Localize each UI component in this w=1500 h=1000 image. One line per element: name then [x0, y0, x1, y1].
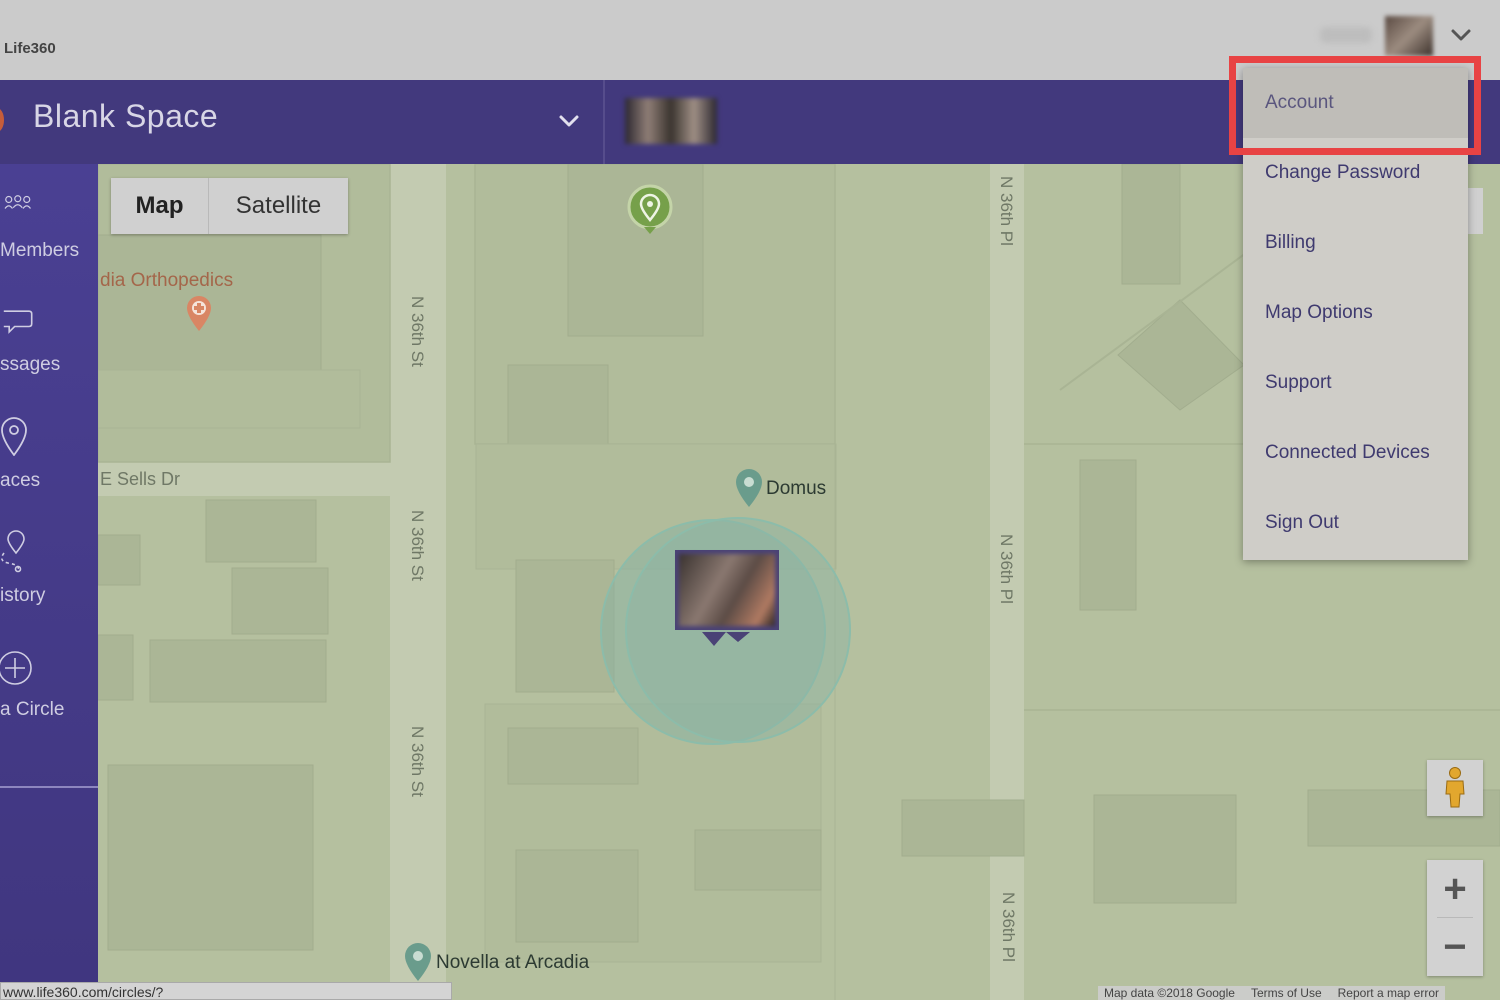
marker-pointer-icon — [702, 632, 750, 646]
street-label: E Sells Dr — [100, 469, 181, 489]
sidebar-item-label: Members — [0, 240, 80, 261]
sidebar-item-label: istory — [0, 585, 46, 606]
menu-item-sign-out[interactable]: Sign Out — [1243, 488, 1468, 558]
sidebar-item-history[interactable]: istory — [0, 529, 98, 609]
terms-of-use-link[interactable]: Terms of Use — [1251, 986, 1322, 1000]
app-logo: Life360 — [4, 40, 56, 57]
map-type-toggle: Map Satellite — [111, 178, 348, 234]
sidebar-item-label: a Circle — [0, 699, 65, 720]
zoom-out-button[interactable]: − — [1427, 918, 1483, 976]
highlight-box — [1229, 56, 1481, 155]
report-map-error-link[interactable]: Report a map error — [1338, 986, 1439, 1000]
sidebar-item-label: aces — [0, 470, 41, 491]
zoom-in-button[interactable]: + — [1427, 860, 1483, 918]
sidebar-divider — [0, 786, 98, 788]
map-attribution: Map data ©2018 Google Terms of Use Repor… — [1098, 986, 1445, 1000]
user-name[interactable] — [1320, 27, 1372, 43]
status-bar-url: www.life360.com/circles/? — [0, 982, 452, 1000]
saved-place-marker-icon[interactable] — [627, 184, 673, 236]
chevron-down-icon[interactable] — [1448, 22, 1474, 48]
member-avatars[interactable] — [625, 98, 717, 144]
menu-item-connected-devices[interactable]: Connected Devices — [1243, 418, 1468, 488]
street-label: N 36th Pl — [997, 534, 1016, 604]
sidebar-item-members[interactable]: Members — [0, 192, 98, 262]
members-icon — [4, 195, 31, 209]
street-label: N 36th St — [408, 726, 427, 797]
sidebar-item-label: ssages — [0, 354, 61, 375]
zoom-control: + − — [1427, 860, 1483, 976]
member-location-marker[interactable] — [675, 550, 779, 630]
sidebar-item-messages[interactable]: ssages — [0, 304, 98, 379]
pegman-icon — [1445, 767, 1465, 808]
poi-label: Novella at Arcadia — [436, 952, 590, 973]
places-icon — [1, 417, 27, 456]
street-view-pegman[interactable] — [1427, 760, 1483, 816]
sidebar: Members ssages aces istory a Circle — [0, 164, 98, 1000]
menu-item-billing[interactable]: Billing — [1243, 208, 1468, 278]
menu-item-map-options[interactable]: Map Options — [1243, 278, 1468, 348]
add-circle-icon — [0, 651, 32, 685]
sidebar-item-add-circle[interactable]: a Circle — [0, 649, 98, 729]
place-pin-icon[interactable] — [403, 942, 433, 982]
fullscreen-button[interactable] — [1466, 188, 1483, 234]
messages-icon — [3, 310, 33, 334]
circle-switcher-chevron-icon[interactable] — [556, 108, 582, 134]
member-avatar — [679, 554, 775, 626]
street-label: N 36th St — [408, 510, 427, 581]
place-pin-icon[interactable] — [734, 468, 764, 508]
street-label: N 36th Pl — [997, 176, 1016, 246]
street-label: N 36th Pl — [999, 892, 1018, 962]
menu-item-support[interactable]: Support — [1243, 348, 1468, 418]
hospital-pin-icon[interactable] — [185, 294, 213, 332]
history-icon — [0, 530, 25, 573]
map-data-credit: Map data ©2018 Google — [1104, 986, 1235, 1000]
sidebar-item-places[interactable]: aces — [0, 414, 98, 494]
circle-name[interactable]: Blank Space — [33, 98, 218, 135]
poi-label: Domus — [766, 478, 827, 499]
header-divider — [603, 80, 605, 164]
user-avatar[interactable] — [1385, 16, 1433, 56]
map-view-button[interactable]: Map — [111, 178, 209, 234]
street-label: N 36th St — [408, 296, 427, 367]
poi-label: dia Orthopedics — [100, 270, 234, 291]
satellite-view-button[interactable]: Satellite — [209, 178, 348, 234]
